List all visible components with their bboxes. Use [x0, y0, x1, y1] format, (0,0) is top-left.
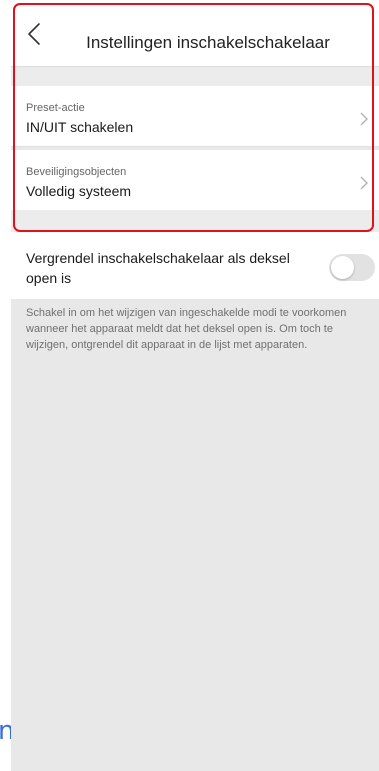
chevron-right-icon	[360, 112, 368, 126]
lock-switch-label: Vergrendel inschakelschakelaar als dekse…	[26, 250, 290, 286]
security-objects-row[interactable]: Beveiligingsobjecten Volledig systeem	[11, 150, 379, 210]
preset-action-value: IN/UIT schakelen	[26, 119, 134, 135]
security-objects-label: Beveiligingsobjecten	[26, 166, 127, 178]
security-objects-value: Volledig systeem	[26, 183, 132, 199]
lock-switch-row: Vergrendel inschakelschakelaar als dekse…	[11, 232, 379, 299]
toggle-knob	[331, 256, 354, 279]
header-bar: Instellingen inschakelschakelaar	[11, 0, 379, 67]
left-edge-strip: n	[0, 0, 14, 771]
section-spacer	[11, 210, 379, 232]
section-spacer	[11, 67, 379, 86]
chevron-right-icon	[360, 176, 368, 190]
lock-switch-description: Schakel in om het wijzigen van ingeschak…	[26, 307, 347, 351]
settings-screen: Instellingen inschakelschakelaar Preset-…	[11, 0, 379, 771]
page-title: Instellingen inschakelschakelaar	[86, 33, 330, 52]
preset-action-row[interactable]: Preset-actie IN/UIT schakelen	[11, 86, 379, 147]
preset-action-label: Preset-actie	[26, 102, 85, 114]
lock-switch-toggle[interactable]	[329, 254, 375, 281]
